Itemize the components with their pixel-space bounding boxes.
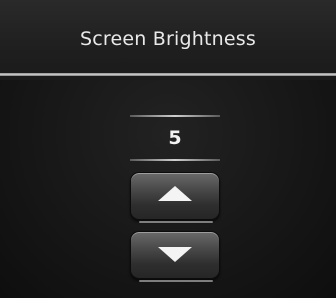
button-reflection (139, 280, 213, 282)
button-reflection (139, 221, 213, 223)
value-top-line (130, 115, 220, 117)
brightness-settings-screen: Screen Brightness 5 (0, 0, 336, 298)
triangle-down-icon (158, 247, 192, 262)
header-divider (0, 73, 336, 76)
increase-brightness-button[interactable] (130, 172, 220, 223)
brightness-value: 5 (168, 127, 182, 149)
value-bottom-line (130, 159, 220, 161)
brightness-value-display: 5 (130, 115, 220, 161)
decrease-brightness-button[interactable] (130, 231, 220, 282)
page-title: Screen Brightness (80, 28, 256, 50)
triangle-up-icon (158, 186, 192, 201)
header-bar: Screen Brightness (0, 0, 336, 80)
